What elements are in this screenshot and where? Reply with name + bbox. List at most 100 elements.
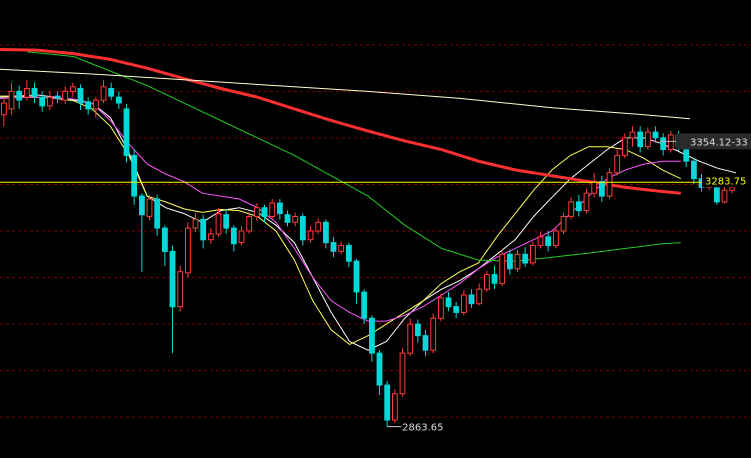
candle-body-down	[491, 274, 498, 284]
candle-body-down	[108, 88, 115, 97]
candle-body-down	[691, 160, 697, 180]
candle-body-up	[192, 218, 199, 229]
candle-body-up	[645, 131, 651, 148]
candle-body-up	[721, 189, 728, 203]
candle-body-up	[47, 96, 53, 107]
candle-body-up	[215, 213, 222, 235]
low-marker-label: 2863.65	[402, 423, 443, 434]
candle	[530, 241, 536, 266]
candle-body-up	[254, 207, 260, 217]
candle	[123, 104, 130, 163]
candle-body-down	[376, 352, 383, 386]
candle	[438, 293, 444, 322]
price-tag-label: 3354.12-33	[690, 137, 748, 148]
candle-body-up	[606, 172, 613, 197]
candle-body-down	[284, 214, 291, 223]
candle-body-down	[330, 242, 337, 252]
candle-body-up	[70, 86, 76, 93]
candle	[399, 348, 406, 397]
candle-body-down	[361, 291, 368, 319]
candle-body-up	[246, 216, 253, 232]
candle-body-down	[637, 131, 644, 148]
candle	[499, 249, 506, 287]
candle-body-up	[622, 137, 628, 156]
candle-body-up	[62, 90, 69, 101]
candle-body-down	[576, 201, 582, 212]
candle	[131, 149, 138, 205]
candle-body-down	[31, 88, 38, 97]
candle-body-up	[177, 271, 184, 308]
candle	[407, 318, 414, 357]
candle-body-up	[307, 230, 314, 241]
candle-body-down	[200, 218, 207, 241]
candle-body-down	[54, 95, 61, 99]
candle-body-down	[231, 227, 237, 245]
candle-body-up	[399, 352, 406, 395]
candle-body-up	[568, 201, 575, 217]
candle-body-down	[277, 202, 283, 215]
candle-body-up	[430, 317, 437, 351]
candle-body-down	[131, 154, 138, 197]
candle-body-down	[415, 323, 421, 337]
candle-body-down	[507, 253, 513, 270]
candle	[384, 381, 391, 427]
candle-body-up	[338, 245, 345, 252]
candle-body-down	[162, 227, 168, 252]
candle-body-up	[476, 288, 483, 305]
candle-body-down	[660, 137, 667, 150]
candle-body-up	[315, 221, 322, 232]
candle-body-down	[545, 236, 552, 247]
candle-body-up	[24, 88, 30, 98]
candle-body-up	[530, 245, 536, 264]
candle-body-down	[369, 317, 375, 354]
candle-body-up	[553, 230, 559, 246]
candle	[430, 313, 437, 354]
candle-body-up	[8, 90, 15, 110]
candle-body-down	[77, 88, 84, 104]
candle-body-up	[629, 131, 636, 139]
candle-body-up	[269, 202, 276, 218]
candle-body-down	[652, 131, 659, 139]
candle-body-down	[346, 245, 352, 262]
candle-body-down	[16, 90, 23, 101]
candle-body-up	[208, 233, 214, 241]
candle-body-up	[484, 274, 490, 290]
candle-body-down	[261, 207, 268, 217]
candle-body-up	[185, 227, 191, 274]
reference-line-label: 3283.75	[705, 176, 746, 187]
candle	[392, 389, 398, 423]
chart-panel: 3354.12-33 3283.75 2863.65	[0, 0, 751, 458]
candle-body-down	[323, 221, 329, 244]
candle-body-up	[392, 393, 398, 421]
candle-body-down	[116, 96, 122, 104]
candle	[606, 168, 613, 200]
candle-body-up	[614, 154, 621, 174]
candle-body-up	[238, 230, 245, 244]
candle-body-up	[93, 99, 99, 110]
candle-body-down	[384, 384, 391, 421]
candle-body-up	[729, 186, 736, 191]
candle-body-down	[300, 216, 306, 241]
candle-body-down	[599, 181, 605, 197]
candle-body-up	[499, 253, 506, 284]
plot-background	[0, 0, 751, 458]
candle-body-down	[223, 214, 230, 229]
candle-body-down	[353, 260, 360, 293]
candle-body-up	[1, 102, 7, 116]
candle-body-up	[583, 192, 590, 212]
candle-body-up	[591, 181, 598, 194]
candle-body-down	[154, 198, 161, 229]
candle-body-down	[169, 250, 176, 308]
candlestick-chart: 3354.12-33 3283.75 2863.65	[0, 0, 751, 458]
candle	[177, 265, 184, 312]
candle	[185, 222, 191, 278]
candle-body-up	[514, 253, 521, 270]
candle-body-up	[100, 86, 107, 101]
candle-body-down	[468, 294, 475, 305]
candle-body-up	[668, 134, 674, 150]
candle-body-down	[445, 297, 452, 308]
candle-body-up	[537, 236, 544, 247]
candle-body-down	[123, 108, 130, 156]
candle-body-up	[407, 323, 414, 354]
candle-body-down	[139, 195, 145, 216]
